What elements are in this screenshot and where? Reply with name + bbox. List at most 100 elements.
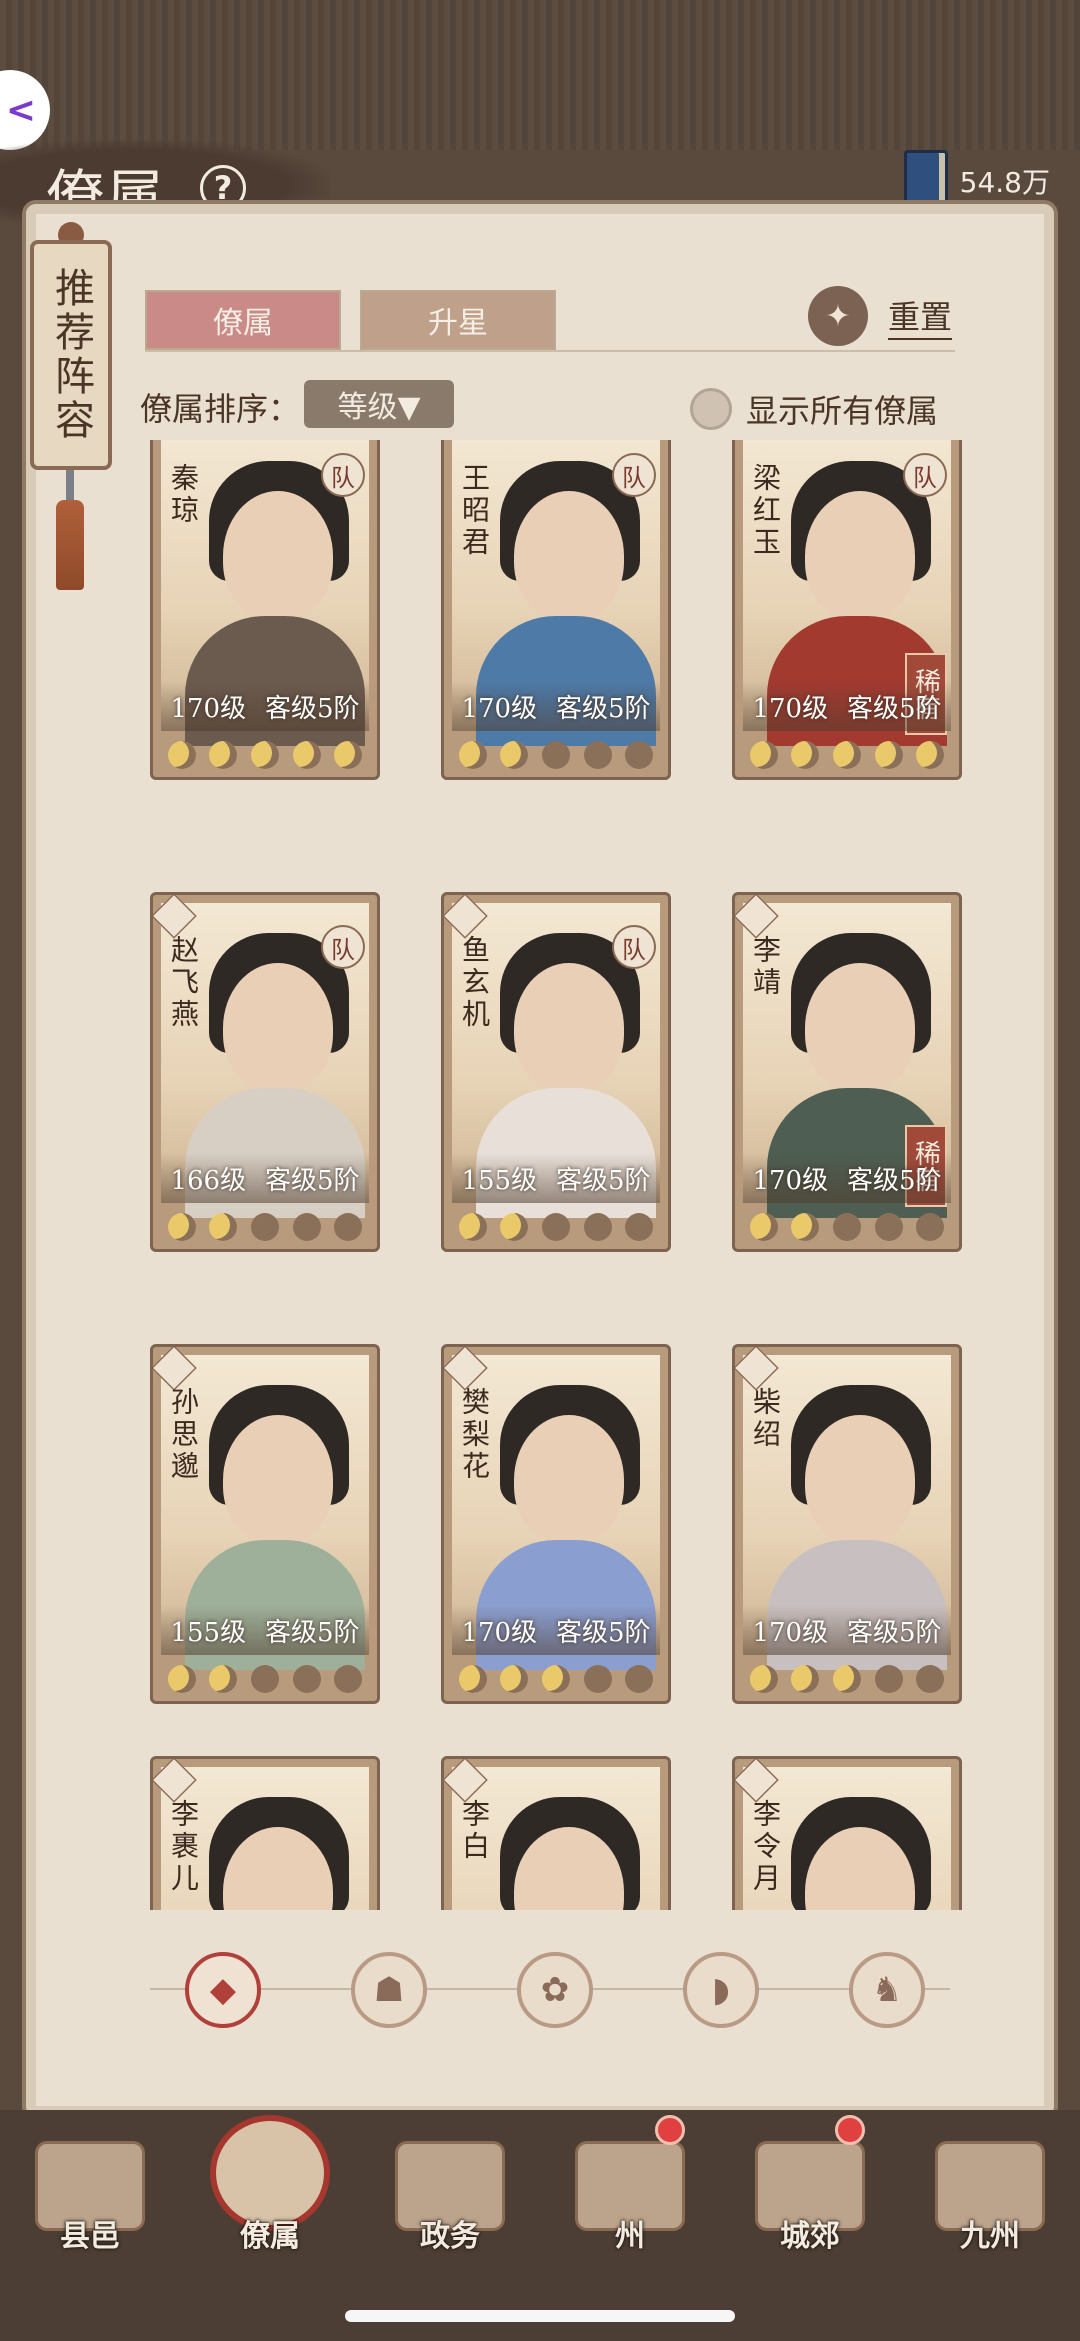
rank-label: 客级5阶 (847, 693, 942, 724)
level-label: 170级 (170, 693, 247, 724)
moon-empty-icon (583, 1213, 612, 1241)
moon-lit-icon (791, 1213, 820, 1241)
portrait-face (805, 1415, 915, 1545)
nav-item[interactable]: 政务 (375, 2115, 525, 2255)
tassel (56, 500, 84, 590)
moon-empty-icon (874, 1213, 903, 1241)
moon-lit-icon (250, 741, 279, 769)
subordinate-card[interactable]: 李令月 (732, 1756, 962, 1910)
moon-lit-icon (791, 741, 820, 769)
rank-label: 客级5阶 (556, 1617, 651, 1648)
moon-empty-icon (334, 1665, 363, 1693)
portrait-face (223, 491, 333, 621)
subordinate-name: 赵飞燕 (167, 935, 200, 1031)
reset-icon: ✦ (808, 286, 868, 346)
attribute-icon-2[interactable]: ✿ (517, 1952, 593, 2028)
subordinate-card[interactable]: 赵飞燕 队 166级 客级5阶 (150, 892, 380, 1252)
subordinate-card[interactable]: 秦琼 队 170级 客级5阶 (150, 440, 380, 780)
star-row (161, 1211, 369, 1243)
tab-subordinates[interactable]: 僚属 (145, 290, 341, 350)
moon-lit-icon (167, 1665, 196, 1693)
nav-label: 州 (615, 2219, 645, 2254)
nav-item[interactable]: 县邑 (15, 2115, 165, 2255)
attribute-icon-1[interactable]: ☗ (351, 1952, 427, 2028)
home-indicator (345, 2310, 735, 2322)
nav-item[interactable]: 城郊 (735, 2115, 885, 2255)
subordinate-card[interactable]: 柴绍 170级 客级5阶 (732, 1344, 962, 1704)
rank-label: 客级5阶 (265, 1617, 360, 1648)
reset-button[interactable]: ✦ 重置 (808, 286, 953, 346)
sort-label: 僚属排序： (140, 390, 301, 428)
subordinate-card[interactable]: 李靖稀有170级客级5阶 (732, 892, 962, 1252)
moon-lit-icon (209, 1665, 238, 1693)
level-label: 170级 (461, 693, 538, 724)
level-label: 166级 (170, 1165, 247, 1196)
moon-lit-icon (458, 1213, 487, 1241)
nav-item[interactable]: 州 (555, 2115, 705, 2255)
all-icon[interactable]: ◆ (185, 1952, 261, 2028)
subordinate-card[interactable]: 李裹儿 (150, 1756, 380, 1910)
moon-empty-icon (250, 1665, 279, 1693)
moon-lit-icon (500, 1665, 529, 1693)
moon-empty-icon (916, 1213, 945, 1241)
star-row (452, 1663, 660, 1695)
tab-divider (145, 350, 955, 352)
moon-lit-icon (832, 1665, 861, 1693)
show-all-label: 显示所有僚属 (746, 392, 939, 430)
portrait-face (805, 491, 915, 621)
portrait-face (223, 1415, 333, 1545)
subordinate-name: 王昭君 (458, 463, 491, 559)
subordinate-name: 孙思邈 (167, 1387, 200, 1483)
star-row (452, 1211, 660, 1243)
moon-empty-icon (625, 741, 654, 769)
moon-lit-icon (749, 1213, 778, 1241)
moon-empty-icon (583, 741, 612, 769)
rank-label: 客级5阶 (556, 1165, 651, 1196)
card-stats: 170级 客级5阶 (743, 1153, 951, 1203)
subordinate-card[interactable]: 李白 (441, 1756, 671, 1910)
nav-label: 城郊 (780, 2219, 840, 2254)
subordinate-name: 李令月 (749, 1799, 782, 1895)
moon-empty-icon (625, 1665, 654, 1693)
moon-lit-icon (458, 1665, 487, 1693)
level-label: 155级 (461, 1165, 538, 1196)
nav-item[interactable]: 九州 (915, 2115, 1065, 2255)
recommended-lineup-scroll[interactable]: 推荐阵容 (30, 240, 112, 470)
moon-lit-icon (874, 741, 903, 769)
sort-dropdown[interactable]: 等级▼ (304, 380, 454, 428)
moon-lit-icon (334, 741, 363, 769)
attribute-icon-4[interactable]: ♞ (849, 1952, 925, 2028)
card-stats: 166级 客级5阶 (161, 1153, 369, 1203)
currency-value: 54.8万 (959, 166, 1050, 199)
subordinate-card[interactable]: 孙思邈 155级 客级5阶 (150, 1344, 380, 1704)
moon-empty-icon (916, 1665, 945, 1693)
bottom-nav: 县邑 僚属 政务 州 城郊 九州 (0, 2115, 1080, 2255)
moon-empty-icon (583, 1665, 612, 1693)
moon-lit-icon (500, 741, 529, 769)
nav-label: 九州 (960, 2219, 1020, 2254)
nav-item[interactable]: 僚属 (195, 2115, 345, 2255)
portrait-face (514, 1415, 624, 1545)
subordinate-name: 李靖 (749, 935, 782, 999)
subordinate-card[interactable]: 樊梨花 170级 客级5阶 (441, 1344, 671, 1704)
nav-label: 僚属 (240, 2219, 300, 2254)
moon-empty-icon (874, 1665, 903, 1693)
notification-dot (835, 2115, 865, 2145)
moon-lit-icon (458, 741, 487, 769)
subordinate-grid[interactable]: 秦琼队170级客级5阶王昭君队170级客级5阶梁红玉队稀有170级客级5阶赵飞燕… (140, 440, 970, 1910)
attribute-icon-3[interactable]: ◗ (683, 1952, 759, 2028)
tab-star-up[interactable]: 升星 (360, 290, 556, 350)
subordinate-card[interactable]: 鱼玄机 队 155级 客级5阶 (441, 892, 671, 1252)
show-all-toggle[interactable]: 显示所有僚属 (690, 386, 938, 432)
subordinate-name: 李裹儿 (167, 1799, 200, 1895)
star-row (743, 739, 951, 771)
portrait-face (805, 963, 915, 1093)
moon-empty-icon (334, 1213, 363, 1241)
subordinate-card[interactable]: 梁红玉队稀有170级客级5阶 (732, 440, 962, 780)
subordinate-card[interactable]: 王昭君 队 170级 客级5阶 (441, 440, 671, 780)
team-badge: 队 (612, 453, 656, 497)
show-all-radio[interactable] (690, 388, 732, 430)
moon-lit-icon (167, 1213, 196, 1241)
moon-lit-icon (209, 741, 238, 769)
moon-lit-icon (167, 741, 196, 769)
